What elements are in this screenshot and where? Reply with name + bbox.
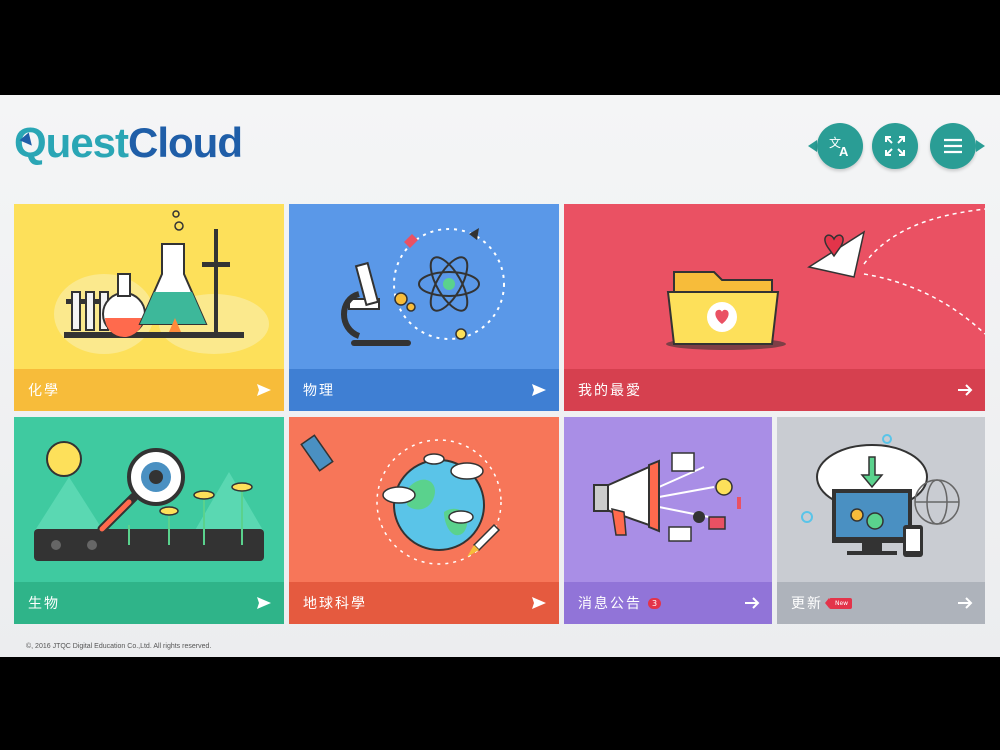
notification-count-badge: 3 <box>648 597 661 609</box>
fullscreen-icon <box>885 136 905 156</box>
tile-chemistry[interactable]: 化學 <box>14 204 284 411</box>
update-illustration <box>801 434 960 557</box>
send-arrow-icon <box>532 597 546 609</box>
translate-button[interactable]: 文 A <box>817 123 863 169</box>
menu-button[interactable] <box>930 123 976 169</box>
svg-text:A: A <box>839 144 849 159</box>
tile-earth-science-label: 地球科學 <box>303 596 367 612</box>
tile-biology[interactable]: 生物 <box>14 417 284 624</box>
app-screen: Quest Cloud 文 A 化學 物理 我的最愛 生物 地球科學 消息公告 … <box>0 95 1000 657</box>
translate-icon: 文 A <box>829 135 849 159</box>
tile-update-label: 更新 <box>791 596 823 612</box>
tile-earth-science[interactable]: 地球科學 <box>289 417 559 624</box>
tile-update[interactable]: 更新 New <box>777 417 985 624</box>
tile-favorites[interactable]: 我的最愛 <box>564 204 985 411</box>
tile-announcements[interactable]: 消息公告 3 <box>564 417 772 624</box>
tile-physics[interactable]: 物理 <box>289 204 559 411</box>
tile-biology-label: 生物 <box>28 596 60 612</box>
tile-physics-bar: 物理 <box>289 369 559 411</box>
tile-update-bar: 更新 New <box>777 582 985 624</box>
arrow-right-icon <box>958 384 973 396</box>
arrow-right-icon <box>745 597 760 609</box>
tile-physics-label: 物理 <box>303 383 335 399</box>
chemistry-illustration <box>54 210 269 354</box>
send-arrow-icon <box>257 384 271 396</box>
fullscreen-button[interactable] <box>872 123 918 169</box>
tile-earth-science-bar: 地球科學 <box>289 582 559 624</box>
tile-chemistry-bar: 化學 <box>14 369 284 411</box>
send-arrow-icon <box>532 384 546 396</box>
arrow-right-icon <box>958 597 973 609</box>
favorites-illustration <box>666 208 985 350</box>
hamburger-menu-icon <box>944 138 962 154</box>
announcements-illustration <box>593 452 741 542</box>
tile-chemistry-label: 化學 <box>28 383 60 399</box>
send-arrow-icon <box>257 597 271 609</box>
new-tag: New <box>824 597 853 609</box>
questcloud-logo: Quest Cloud <box>14 117 243 167</box>
biology-illustration <box>34 441 264 561</box>
tile-announcements-label: 消息公告 <box>578 596 642 612</box>
earth-science-illustration <box>300 434 502 565</box>
tile-favorites-bar: 我的最愛 <box>564 369 985 411</box>
tile-biology-bar: 生物 <box>14 582 284 624</box>
tile-favorites-label: 我的最愛 <box>578 383 642 399</box>
tile-announcements-bar: 消息公告 3 <box>564 582 772 624</box>
button-tip-right <box>976 140 985 152</box>
physics-illustration <box>341 228 505 346</box>
copyright-footer: ©, 2016 JTQC Digital Education Co.,Ltd. … <box>26 643 212 650</box>
logo-text-cloud: Cloud <box>128 119 243 166</box>
button-tip-left <box>808 140 817 152</box>
